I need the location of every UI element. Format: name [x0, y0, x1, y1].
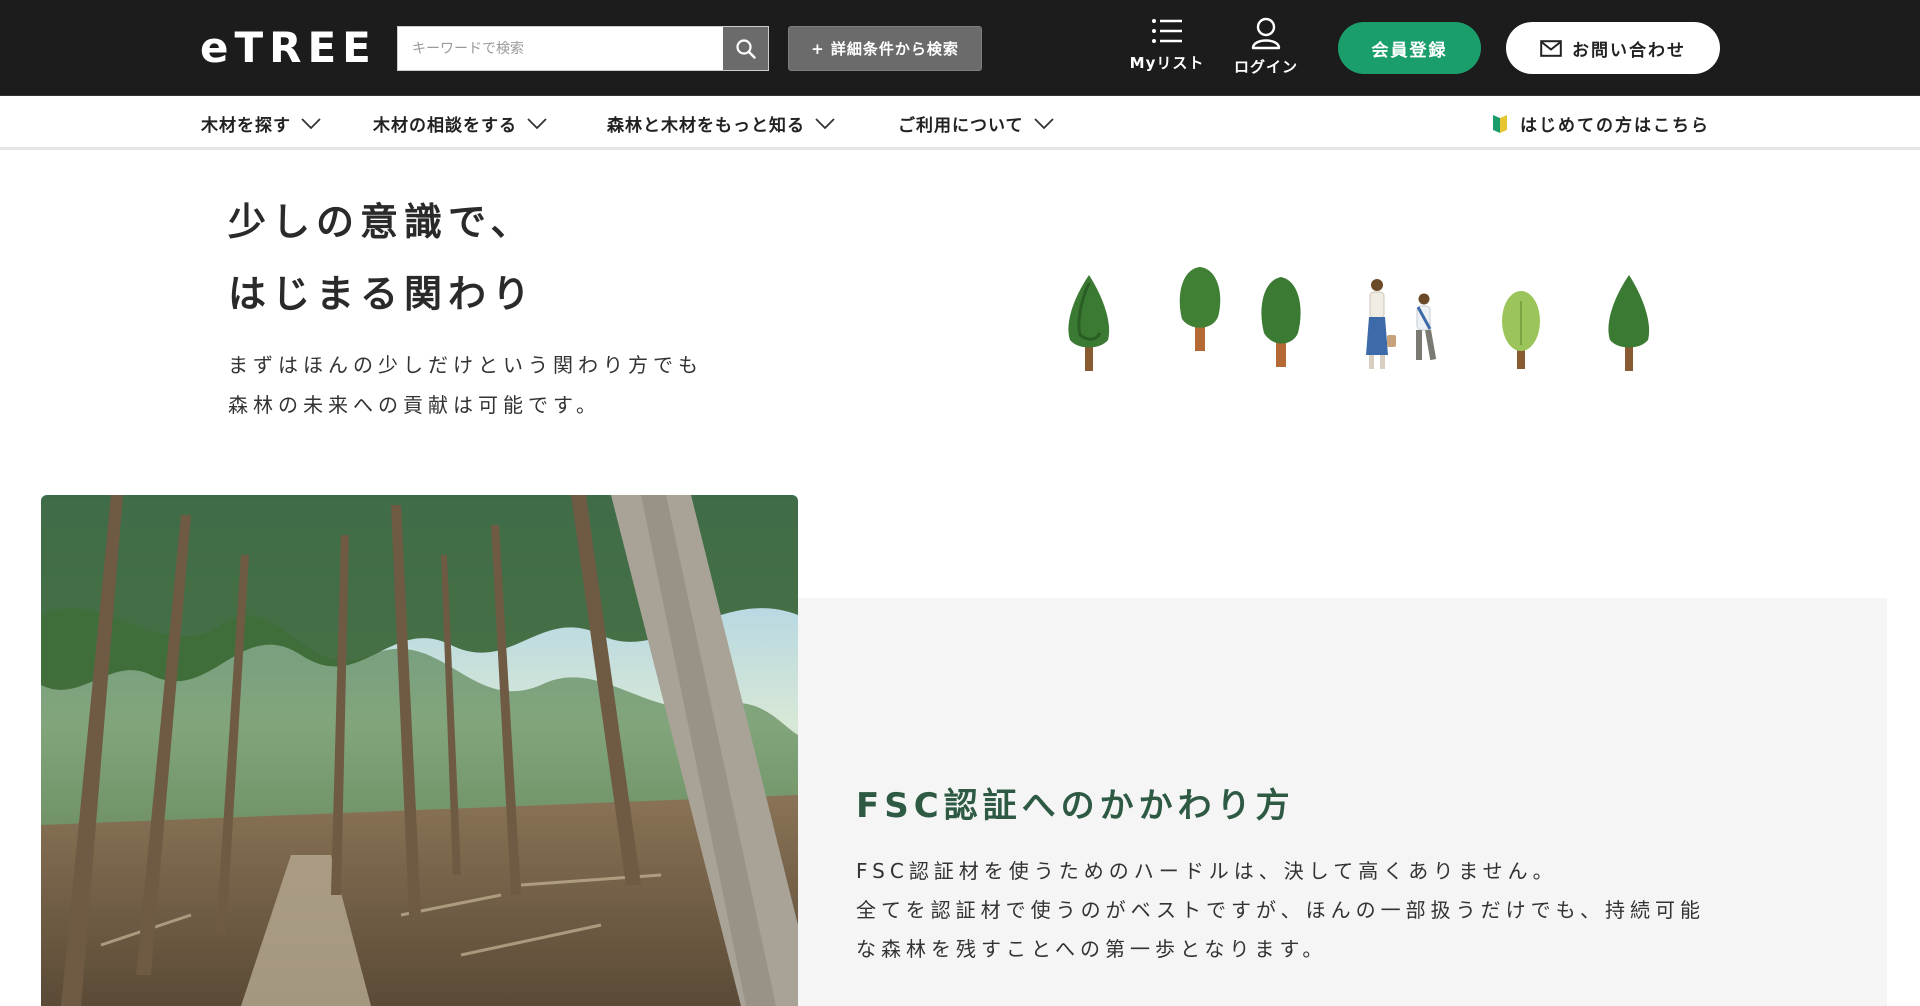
fsc-body-line: な森林を残すことへの第一歩となります。	[856, 937, 1328, 961]
hero-title-line: 少しの意識で、	[228, 200, 535, 244]
contact-button[interactable]: お問い合わせ	[1506, 22, 1720, 74]
nav-item-usage[interactable]: ご利用について	[898, 111, 1054, 136]
nav-item-find-wood[interactable]: 木材を探す	[201, 111, 321, 136]
tree-illustration	[1261, 277, 1301, 367]
nav-item-consult[interactable]: 木材の相談をする	[373, 111, 547, 136]
forest-people-illustration	[1068, 267, 1650, 371]
fsc-card: FSC認証へのかかわり方 FSC認証材を使うためのハードルは、決して高くありませ…	[798, 598, 1887, 1006]
site-header: eTREE + 詳細条件から検索 Myリスト ログイン 会員登録	[0, 0, 1920, 96]
login-button[interactable]: ログイン	[1221, 16, 1311, 80]
mail-icon	[1540, 39, 1562, 57]
main-nav: 木材を探す 木材の相談をする 森林と木材をもっと知る ご利用について はじめての…	[0, 97, 1920, 150]
search-button[interactable]	[723, 27, 768, 70]
login-label: ログイン	[1233, 58, 1298, 76]
tree-illustration	[1502, 291, 1540, 369]
person-illustration	[1416, 293, 1437, 361]
advanced-search-button[interactable]: + 詳細条件から検索	[788, 26, 982, 71]
nav-item-label: ご利用について	[898, 116, 1024, 136]
hero-title-line: はじまる関わり	[228, 272, 537, 316]
contact-label: お問い合わせ	[1572, 40, 1686, 61]
fsc-body-line: FSC認証材を使うためのハードルは、決して高くありません。	[856, 859, 1558, 883]
chevron-down-icon	[815, 117, 835, 129]
chevron-down-icon	[527, 117, 547, 129]
search-box	[397, 26, 769, 71]
chevron-down-icon	[301, 117, 321, 129]
fsc-body: FSC認証材を使うためのハードルは、決して高くありません。 全てを認証材で使うの…	[856, 852, 1705, 969]
nav-item-learn-more[interactable]: 森林と木材をもっと知る	[607, 111, 835, 136]
search-icon	[735, 38, 756, 59]
fsc-title: FSC認証へのかかわり方	[856, 786, 1295, 826]
search-input[interactable]	[398, 27, 723, 70]
nav-item-label: 森林と木材をもっと知る	[607, 116, 805, 136]
fsc-body-line: 全てを認証材で使うのがベストですが、ほんの一部扱うだけでも、持続可能	[856, 898, 1705, 922]
hero-title: 少しの意識で、 はじまる関わり	[228, 186, 788, 330]
person-illustration	[1366, 279, 1396, 369]
forest-photo	[41, 495, 798, 1006]
beginner-mark-icon	[1493, 114, 1507, 133]
tree-illustration	[1608, 275, 1650, 371]
hero-desc-line: まずはほんの少しだけという関わり方でも	[228, 353, 703, 377]
register-button[interactable]: 会員登録	[1338, 22, 1481, 74]
list-icon	[1152, 19, 1182, 43]
nav-item-label: 木材の相談をする	[373, 116, 517, 136]
beginner-link[interactable]: はじめての方はこちら	[1492, 111, 1710, 136]
user-icon	[1251, 17, 1281, 50]
tree-illustration	[1179, 267, 1221, 351]
hero-description: まずはほんの少しだけという関わり方でも 森林の未来への貢献は可能です。	[228, 345, 788, 425]
tree-illustration	[1068, 275, 1110, 371]
beginner-label: はじめての方はこちら	[1520, 116, 1710, 136]
etree-logo[interactable]: eTREE	[200, 25, 377, 71]
nav-item-label: 木材を探す	[201, 116, 291, 136]
hero-desc-line: 森林の未来への貢献は可能です。	[228, 393, 601, 417]
chevron-down-icon	[1033, 117, 1054, 129]
mylist-label: Myリスト	[1129, 54, 1205, 72]
mylist-button[interactable]: Myリスト	[1122, 16, 1212, 80]
